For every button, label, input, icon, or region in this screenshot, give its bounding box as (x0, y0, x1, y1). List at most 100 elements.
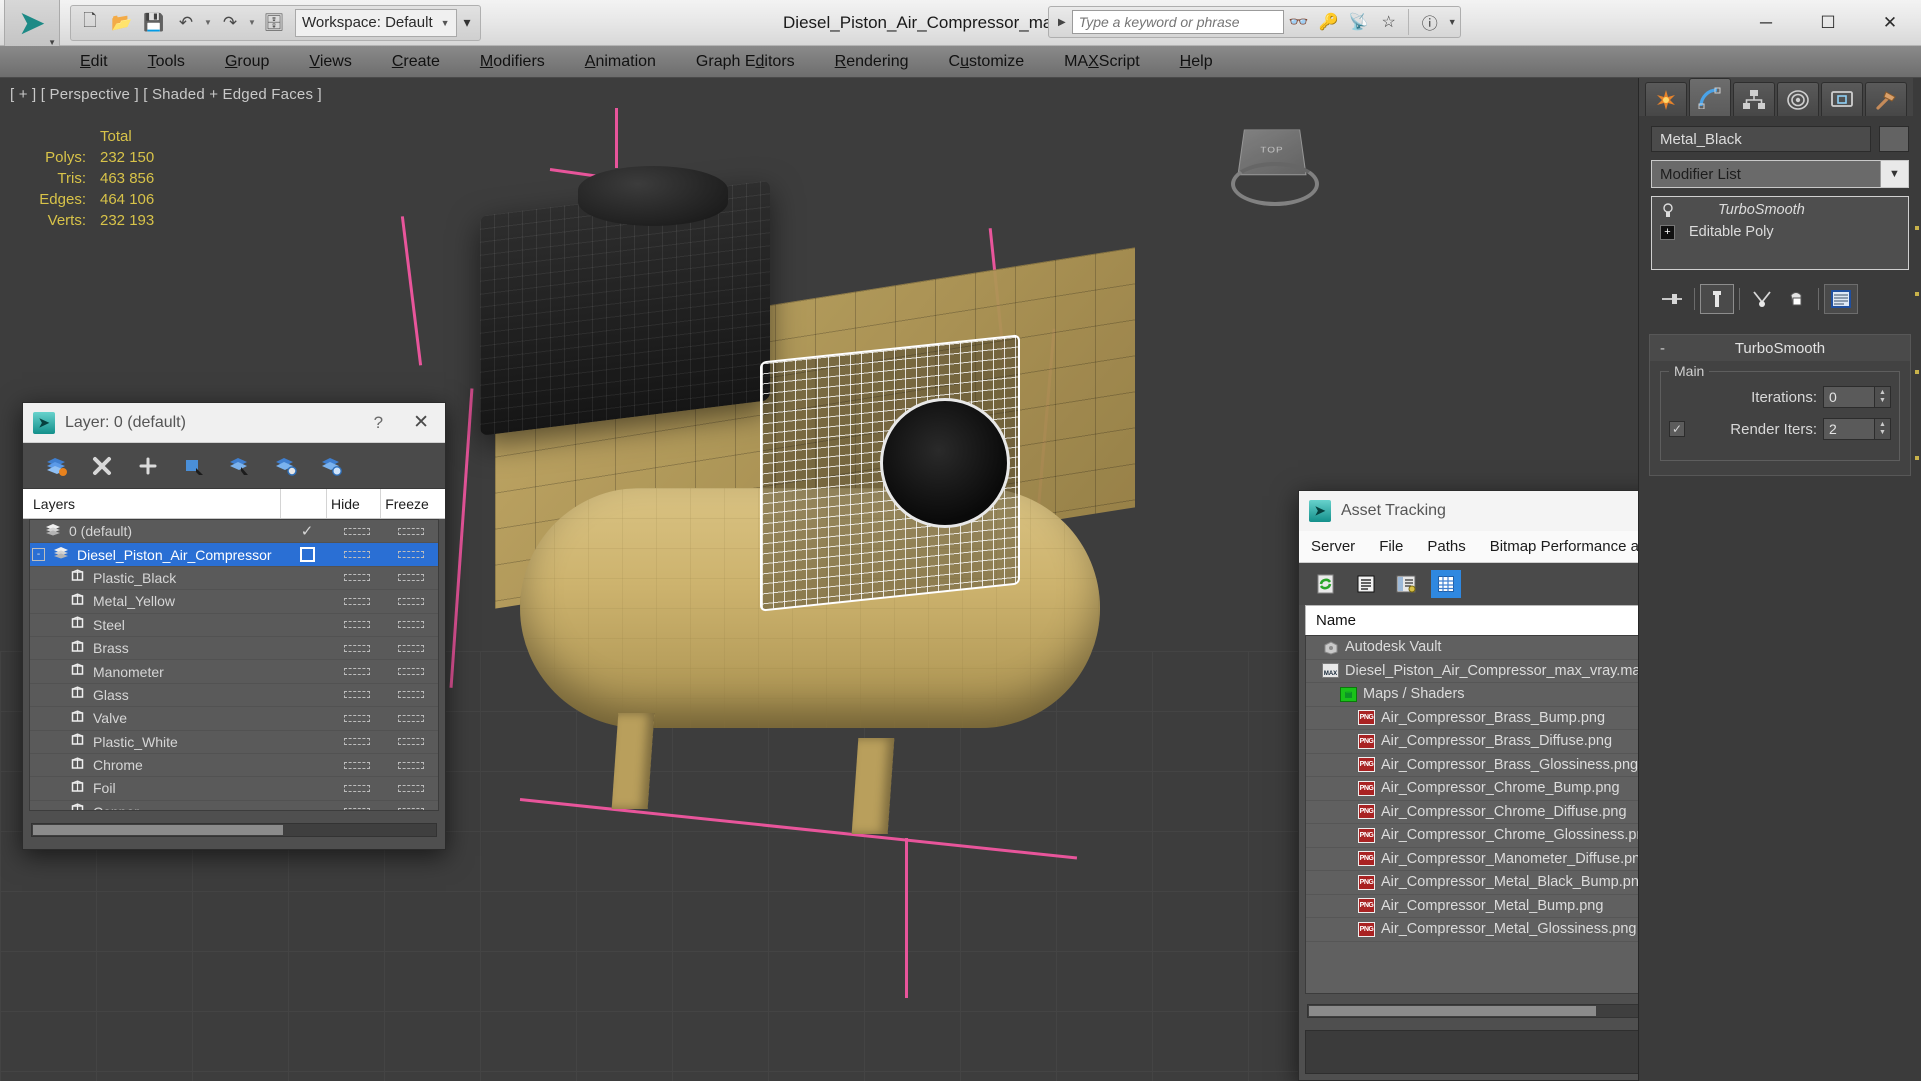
satellite-dish-icon[interactable]: 📡 (1344, 9, 1374, 35)
undo-button[interactable]: ↶ (171, 8, 201, 38)
active-layer-indicator[interactable] (299, 547, 315, 563)
spinner-arrows[interactable]: ▲ ▼ (1875, 418, 1891, 440)
select-highlighted-objects-and-layers-button[interactable] (225, 451, 255, 481)
layer-row[interactable]: Steel (30, 614, 438, 637)
layer-freeze-cell[interactable] (384, 527, 438, 535)
view-cube[interactable]: TOP (1227, 116, 1323, 212)
chevron-down-icon[interactable]: ▼ (1880, 161, 1908, 187)
workspace-dropdown-button[interactable]: ▾ (459, 14, 476, 31)
make-unique-button[interactable] (1745, 284, 1779, 314)
toggle-placeholder[interactable] (398, 784, 424, 792)
layer-settings-button[interactable] (317, 451, 347, 481)
project-folder-button[interactable]: 🗄 (259, 8, 289, 38)
layer-freeze-cell[interactable] (384, 761, 438, 769)
menu-item-edit[interactable]: Edit (60, 46, 128, 78)
layer-freeze-cell[interactable] (384, 621, 438, 629)
asset-menu-paths[interactable]: Paths (1415, 531, 1477, 563)
layer-freeze-cell[interactable] (384, 597, 438, 605)
key-icon[interactable]: 🔑 (1314, 9, 1344, 35)
toggle-placeholder[interactable] (398, 668, 424, 676)
menu-item-customize[interactable]: Customize (929, 46, 1045, 78)
toggle-placeholder[interactable] (344, 714, 370, 722)
asset-menu-file[interactable]: File (1367, 531, 1415, 563)
modifier-stack-item[interactable]: TurboSmooth (1654, 199, 1906, 221)
layer-row[interactable]: Foil (30, 777, 438, 801)
object-color-swatch[interactable] (1879, 126, 1909, 152)
show-end-result-button[interactable] (1700, 284, 1734, 314)
layer-hide-cell[interactable] (330, 738, 384, 746)
plus-box-icon[interactable]: + (1660, 224, 1675, 240)
close-icon[interactable]: ✕ (397, 411, 445, 434)
toggle-placeholder[interactable] (344, 644, 370, 652)
menu-item-modifiers[interactable]: Modifiers (460, 46, 565, 78)
modifier-stack[interactable]: TurboSmooth + Editable Poly (1651, 196, 1909, 270)
toggle-placeholder[interactable] (398, 761, 424, 769)
highlight-selected-objects-layers-button[interactable] (271, 451, 301, 481)
layer-active-cell[interactable]: ✓ (284, 522, 330, 540)
add-selection-to-layer-button[interactable] (133, 451, 163, 481)
layer-row[interactable]: Metal_Yellow (30, 590, 438, 614)
toggle-placeholder[interactable] (398, 691, 424, 699)
layer-row[interactable]: Plastic_White (30, 731, 438, 754)
layer-freeze-cell[interactable] (384, 714, 438, 722)
toggle-placeholder[interactable] (398, 644, 424, 652)
redo-button[interactable]: ↷ (215, 8, 245, 38)
toggle-placeholder[interactable] (398, 574, 424, 582)
close-button[interactable]: ✕ (1859, 0, 1921, 46)
modifier-stack-item[interactable]: + Editable Poly (1654, 221, 1906, 243)
configure-modifier-sets-button[interactable] (1824, 284, 1858, 314)
menu-item-help[interactable]: Help (1160, 46, 1233, 78)
detail-view-button[interactable] (1391, 570, 1421, 598)
menu-item-graph-editors[interactable]: Graph Editors (676, 46, 815, 78)
create-new-layer-button[interactable] (41, 451, 71, 481)
remove-modifier-button[interactable] (1779, 284, 1813, 314)
toggle-placeholder[interactable] (398, 527, 424, 535)
help-button[interactable]: ⓘ ▼ (1407, 9, 1457, 35)
search-input[interactable] (1071, 10, 1284, 34)
refresh-button[interactable] (1311, 570, 1341, 598)
layer-freeze-cell[interactable] (384, 574, 438, 582)
layer-list-horizontal-scrollbar[interactable] (31, 823, 437, 837)
modifier-list-dropdown[interactable]: Modifier List ▼ (1651, 160, 1909, 188)
asset-menu-server[interactable]: Server (1299, 531, 1367, 563)
toggle-placeholder[interactable] (398, 714, 424, 722)
layer-hide-cell[interactable] (330, 668, 384, 676)
layer-hide-cell[interactable] (330, 644, 384, 652)
menu-item-group[interactable]: Group (205, 46, 289, 78)
new-file-button[interactable]: 🗋 (75, 8, 105, 38)
toggle-placeholder[interactable] (344, 784, 370, 792)
layer-list[interactable]: 0 (default) ✓ - Diesel_Piston_Air_Compresso… (29, 519, 439, 811)
expand-collapse-icon[interactable]: - (32, 548, 45, 562)
iterations-field[interactable]: 0 (1823, 386, 1875, 408)
layer-hide-cell[interactable] (330, 784, 384, 792)
toggle-placeholder[interactable] (398, 551, 424, 559)
layer-hide-cell[interactable] (330, 574, 384, 582)
menu-item-tools[interactable]: Tools (128, 46, 205, 78)
layer-dialog-title-bar[interactable]: ➤ Layer: 0 (default) ? ✕ (23, 403, 445, 443)
utilities-tab[interactable] (1865, 82, 1907, 116)
render-iters-spinner[interactable]: 2 ▲ ▼ (1823, 418, 1891, 440)
toggle-placeholder[interactable] (344, 691, 370, 699)
layer-row[interactable]: Brass (30, 637, 438, 661)
hierarchy-tab[interactable] (1733, 82, 1775, 116)
layer-hide-cell[interactable] (330, 691, 384, 699)
toggle-placeholder[interactable] (344, 551, 370, 559)
layer-active-cell[interactable] (284, 547, 330, 563)
view-cube-compass-ring[interactable] (1231, 162, 1319, 206)
layer-freeze-cell[interactable] (384, 784, 438, 792)
layer-row[interactable]: Valve (30, 707, 438, 731)
delete-highlighted-layers-button[interactable] (87, 451, 117, 481)
menu-item-maxscript[interactable]: MAXScript (1044, 46, 1160, 78)
layer-freeze-cell[interactable] (384, 738, 438, 746)
rollout-header[interactable]: - TurboSmooth (1650, 335, 1910, 361)
layer-freeze-cell[interactable] (384, 668, 438, 676)
maximize-button[interactable]: ☐ (1797, 0, 1859, 46)
spinner-arrows[interactable]: ▲ ▼ (1875, 386, 1891, 408)
select-objects-in-layer-button[interactable] (179, 451, 209, 481)
layer-freeze-cell[interactable] (384, 644, 438, 652)
object-name-field[interactable]: Metal_Black (1651, 126, 1871, 152)
redo-dropdown-icon[interactable]: ▼ (247, 18, 257, 27)
layer-hide-cell[interactable] (330, 597, 384, 605)
star-favorite-icon[interactable]: ☆ (1374, 9, 1404, 35)
layer-row[interactable]: Glass (30, 684, 438, 708)
